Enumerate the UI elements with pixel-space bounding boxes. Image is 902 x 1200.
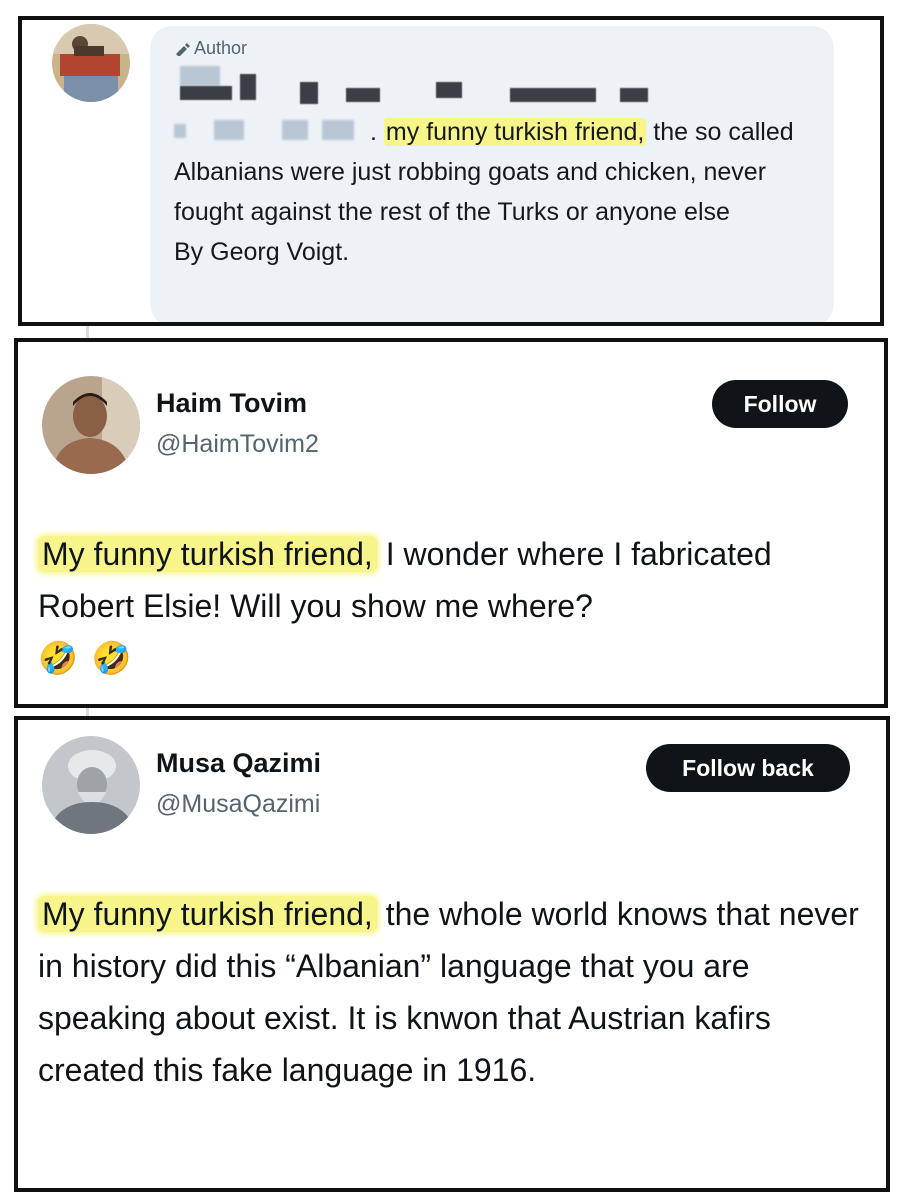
pen-icon <box>174 40 190 57</box>
reply-panel: Author . my funny turkish friend, the so… <box>18 16 884 326</box>
rofl-emoji-icon: 🤣 <box>38 639 78 677</box>
redacted-block <box>346 88 380 102</box>
redacted-block <box>180 66 220 86</box>
display-name[interactable]: Haim Tovim <box>156 388 307 419</box>
redacted-block <box>300 82 318 104</box>
avatar[interactable] <box>52 24 130 102</box>
author-tag: Author <box>174 38 247 59</box>
follow-back-button[interactable]: Follow back <box>646 744 850 792</box>
highlighted-phrase: My funny turkish friend, <box>38 536 377 572</box>
redacted-block <box>180 86 232 100</box>
tweet-card: Musa Qazimi @MusaQazimi Follow back My f… <box>14 716 890 1192</box>
post-text: My funny turkish friend, I wonder where … <box>38 528 868 684</box>
user-handle[interactable]: @HaimTovim2 <box>156 430 319 459</box>
reply-lead: . <box>370 118 377 146</box>
rofl-emoji-icon: 🤣 <box>91 639 132 677</box>
user-handle[interactable]: @MusaQazimi <box>156 790 320 819</box>
author-tag-label: Author <box>194 38 248 58</box>
post-text: My funny turkish friend, the whole world… <box>38 888 868 1096</box>
avatar[interactable] <box>42 376 140 474</box>
reply-bubble: Author . my funny turkish friend, the so… <box>150 26 834 322</box>
highlighted-phrase: my funny turkish friend, <box>383 118 647 146</box>
reply-text: . my funny turkish friend, the so called… <box>174 112 814 272</box>
tweet-card: Haim Tovim @HaimTovim2 Follow My funny t… <box>14 338 888 708</box>
highlighted-phrase: My funny turkish friend, <box>38 896 377 932</box>
avatar[interactable] <box>42 736 140 834</box>
display-name[interactable]: Musa Qazimi <box>156 748 321 779</box>
follow-button[interactable]: Follow <box>712 380 848 428</box>
reply-signature: By Georg Voigt. <box>174 238 350 266</box>
redacted-block <box>510 88 596 102</box>
redacted-block <box>620 88 648 102</box>
redacted-block <box>240 74 256 100</box>
redacted-block <box>436 82 462 98</box>
